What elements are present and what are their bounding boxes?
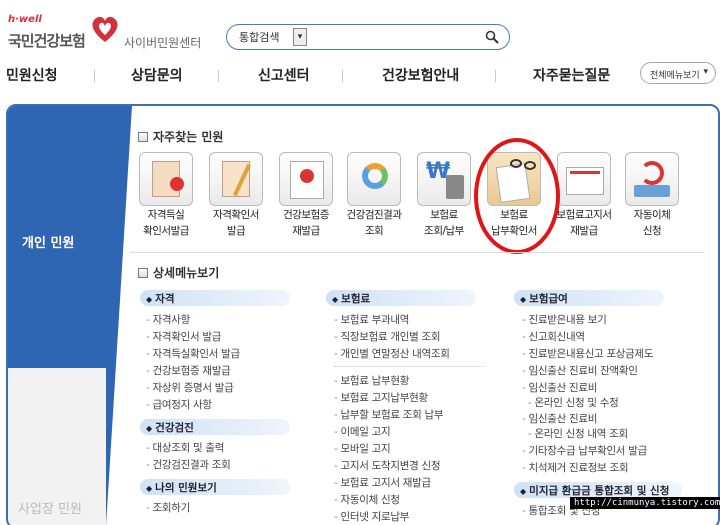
main-nav: 민원신청 상담문의 신고센터 건강보험안내 자주묻는질문 전체메뉴보기 ▾ <box>0 62 720 88</box>
menu-item[interactable]: 치석제거 진료정보 조회 <box>522 460 629 475</box>
nav-divider <box>342 70 343 82</box>
sidebar-notch <box>106 106 132 525</box>
menu-item[interactable]: 모바일 고지 <box>334 441 391 456</box>
dotted-divider <box>334 366 484 367</box>
menu-item[interactable]: 보험료 부과내역 <box>334 312 410 327</box>
menu-item[interactable]: 고지서 도착지변경 신청 <box>334 458 441 473</box>
menu-item[interactable]: 대상조회 및 출력 <box>146 440 225 455</box>
highlight-circle <box>474 138 560 254</box>
menu-item[interactable]: 자격사항 <box>146 312 191 327</box>
menu-item[interactable]: 신고회신내역 <box>522 329 585 344</box>
tile-qualification-history[interactable]: 자격득실 확인서발급 <box>130 152 202 238</box>
tile-health-checkup[interactable]: 건강검진결과 조회 <box>338 152 410 238</box>
form-stamp-icon <box>139 152 193 206</box>
menu-group-unpaid-refund[interactable]: ◆ 미지급 환급금 통합조회 및 신청 <box>514 482 682 498</box>
section-icon <box>138 132 148 142</box>
menu-item[interactable]: 온라인 신청 내역 조회 <box>528 426 629 441</box>
chevron-down-icon[interactable]: ▾ <box>293 28 307 46</box>
nav-report[interactable]: 신고센터 <box>258 65 310 85</box>
nav-faq[interactable]: 자주묻는질문 <box>533 65 610 85</box>
menu-item[interactable]: 조회하기 <box>146 500 191 515</box>
sidebar-item-business[interactable]: 사업장 민원 <box>18 498 82 517</box>
search-icon[interactable] <box>485 30 499 44</box>
menu-item[interactable]: 납부할 보험료 조회 납부 <box>334 407 444 422</box>
insurance-card-icon <box>279 152 333 206</box>
menu-item[interactable]: 임신출산 진료비 잔액확인 <box>522 363 638 378</box>
menu-item[interactable]: 진료받은내용신고 포상금제도 <box>522 346 654 361</box>
menu-item[interactable]: 직장보험료 개인별 조회 <box>334 329 441 344</box>
menu-group-health-checkup[interactable]: ◆ 건강검진 <box>140 419 290 435</box>
menu-item[interactable]: 개인별 연말정산 내역조회 <box>334 346 450 361</box>
faq-section-title: 자주찾는 민원 <box>138 128 223 145</box>
heart-logo-icon <box>92 16 118 42</box>
menu-item[interactable]: 기타장수급 납부확인서 발급 <box>522 443 648 458</box>
nav-divider <box>218 70 219 82</box>
menu-item[interactable]: 자동이체 신청 <box>334 492 401 507</box>
section-icon <box>138 268 148 278</box>
menu-item[interactable]: 보험료 고지서 재발급 <box>334 475 432 490</box>
menu-item[interactable]: 이메일 고지 <box>334 424 391 439</box>
detail-section-title: 상세메뉴보기 <box>138 264 219 281</box>
menu-item[interactable]: 보험료 납부현황 <box>334 373 410 388</box>
watermark: http://cinmunya.tistory.com <box>570 497 720 509</box>
menu-group-my-requests[interactable]: ◆ 나의 민원보기 <box>140 479 290 495</box>
bill-icon <box>557 152 611 206</box>
page: h·well 국민건강보험 사이버민원센터 통합검색 ▾ 민원신청 상담문의 신… <box>0 0 720 525</box>
nav-insurance-info[interactable]: 건강보험안내 <box>382 65 459 85</box>
menu-item[interactable]: 자격확인서 발급 <box>146 329 222 344</box>
health-checkup-icon <box>347 152 401 206</box>
menu-group-premium[interactable]: ◆ 보험료 <box>326 290 476 306</box>
tile-auto-transfer[interactable]: 자동이체 신청 <box>616 152 688 238</box>
tile-premium-payment[interactable]: ₩ 보험료 조회/납부 <box>408 152 480 238</box>
all-menu-label: 전체메뉴보기 <box>650 71 700 81</box>
menu-group-benefits[interactable]: ◆ 보험급여 <box>514 290 664 306</box>
nav-divider <box>495 70 496 82</box>
search-scope-select[interactable]: 통합검색 <box>239 29 279 45</box>
sidebar-item-personal[interactable]: 개인 민원 <box>22 232 74 251</box>
all-menu-button[interactable]: 전체메뉴보기 ▾ <box>640 62 716 84</box>
menu-group-qualification[interactable]: ◆ 자격 <box>140 290 290 306</box>
nav-apply[interactable]: 민원신청 <box>6 65 58 85</box>
nav-consult[interactable]: 상담문의 <box>131 65 183 85</box>
menu-item[interactable]: 인터넷 지로납부 <box>334 509 410 524</box>
menu-item[interactable]: 임신출산 진료비 <box>522 380 598 395</box>
logo-title: 국민건강보험 <box>8 32 86 50</box>
logo-tagline: h·well <box>8 14 42 25</box>
menu-item[interactable]: 자격득실확인서 발급 <box>146 346 241 361</box>
menu-item[interactable]: 자상위 증명서 발급 <box>146 380 234 395</box>
chevron-down-icon: ▾ <box>703 67 708 77</box>
logo-subtitle: 사이버민원센터 <box>124 36 202 50</box>
won-calculator-icon: ₩ <box>417 152 471 206</box>
menu-item[interactable]: 임신출산 진료비 <box>522 411 598 426</box>
menu-item[interactable]: 진료받은내용 보기 <box>522 312 607 327</box>
search-input[interactable] <box>311 28 481 46</box>
section-divider <box>130 252 704 253</box>
tile-insurance-card[interactable]: 건강보험증 재발급 <box>270 152 342 238</box>
auto-transfer-icon <box>625 152 679 206</box>
menu-item[interactable]: 보험료 고지납부현황 <box>334 390 429 405</box>
nav-divider <box>94 70 95 82</box>
search-bar: 통합검색 ▾ <box>226 24 510 50</box>
menu-item[interactable]: 온라인 신청 및 수정 <box>528 395 619 410</box>
tile-qualification-cert[interactable]: 자격확인서 발급 <box>200 152 272 238</box>
menu-item[interactable]: 건강보험증 재발급 <box>146 363 231 378</box>
menu-item[interactable]: 건강검진결과 조회 <box>146 457 231 472</box>
certificate-icon <box>209 152 263 206</box>
menu-item[interactable]: 급여정지 사항 <box>146 397 213 412</box>
